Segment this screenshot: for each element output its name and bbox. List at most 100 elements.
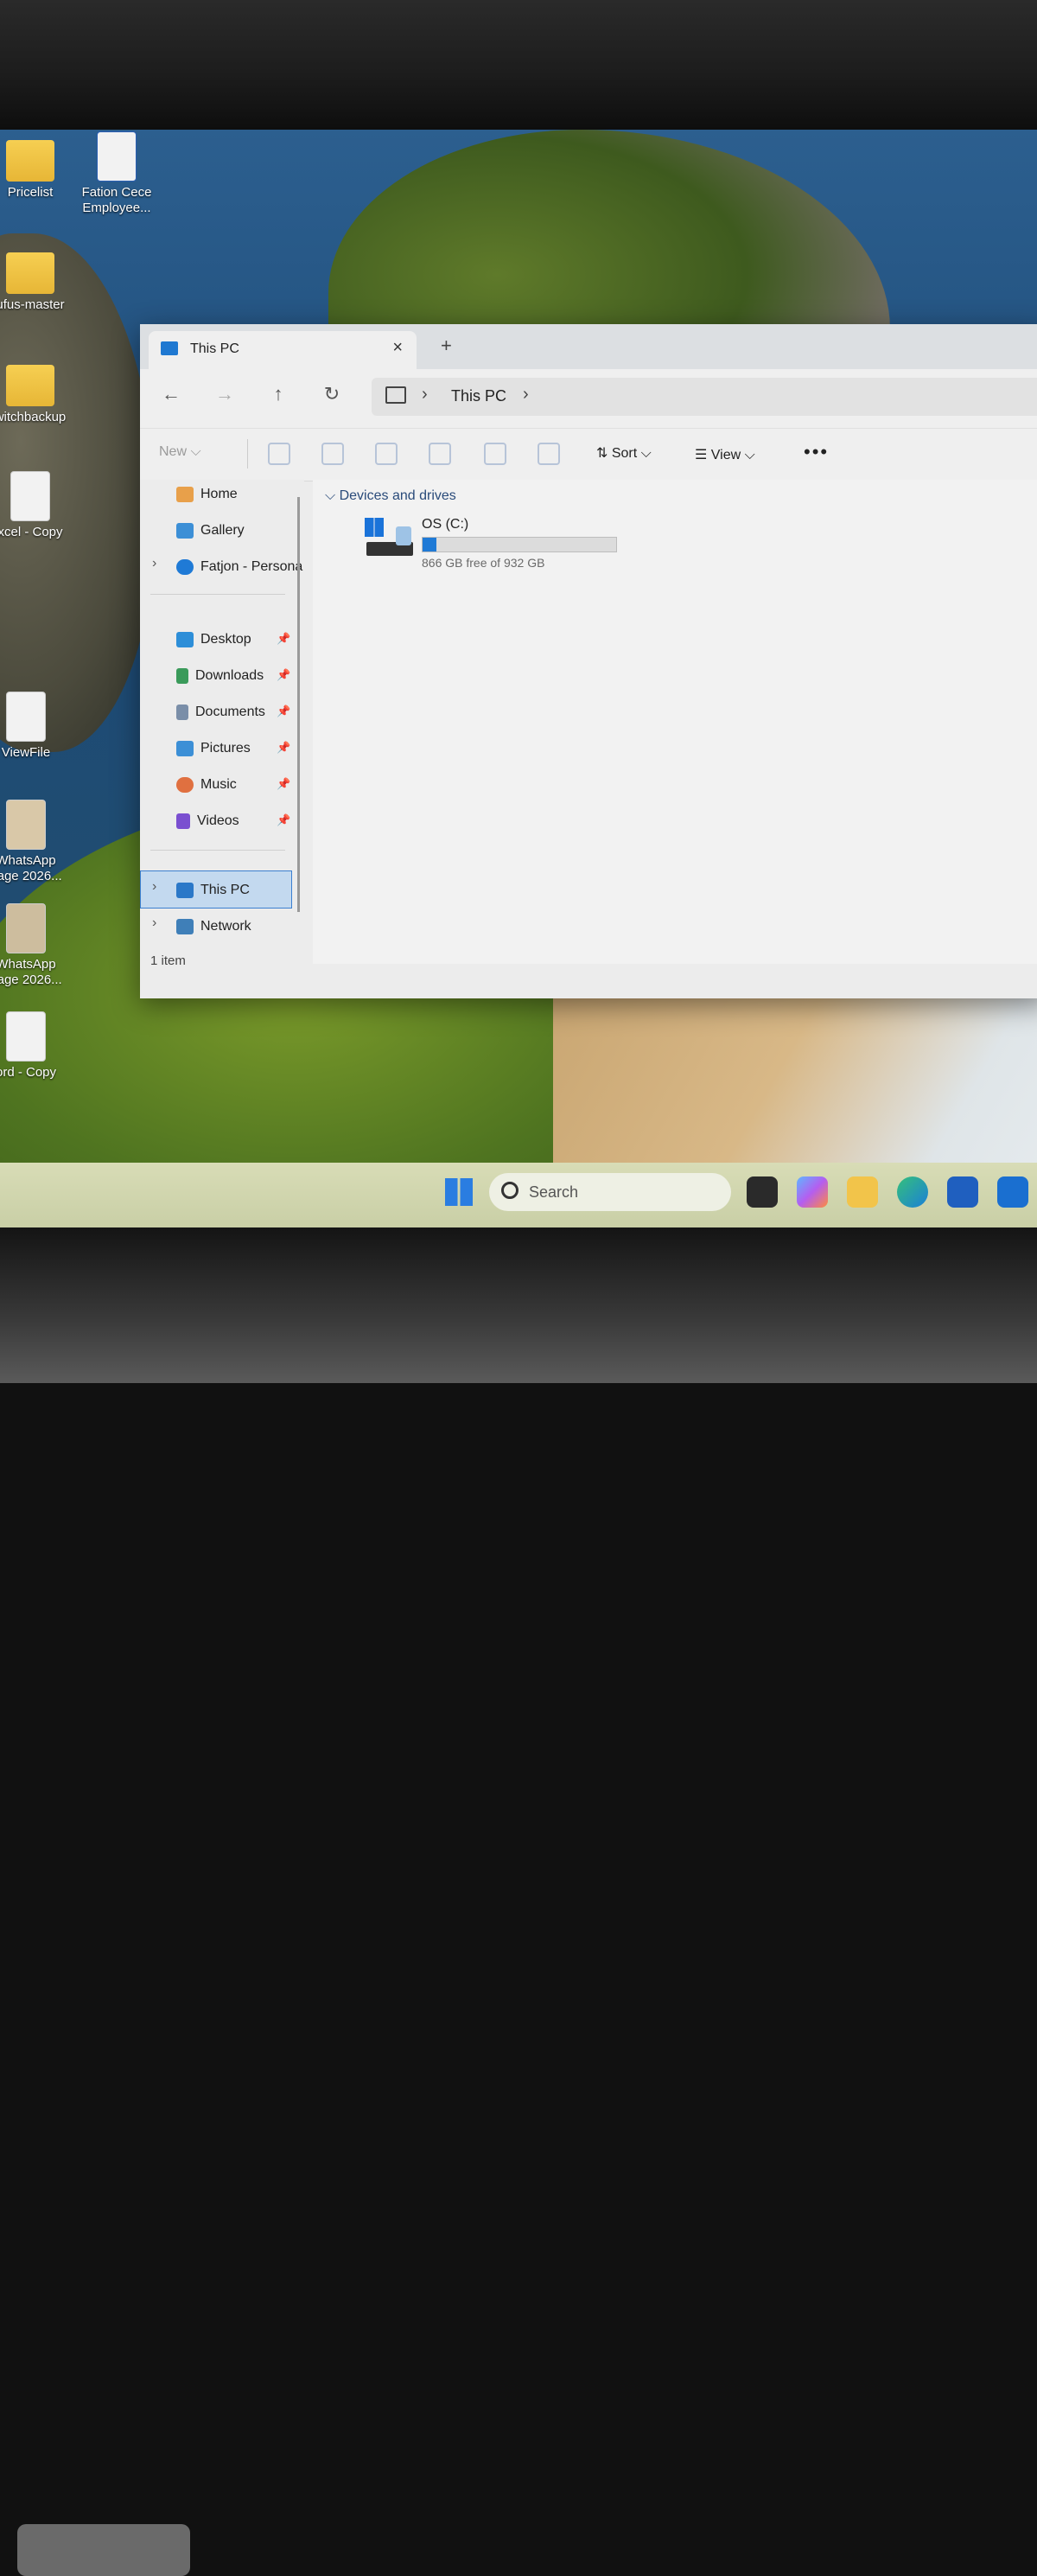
desktop-icon-viewfile[interactable]: ViewFile — [0, 692, 69, 761]
chevron-right-icon[interactable]: › — [523, 385, 529, 405]
chevron-right-icon[interactable]: › — [152, 879, 156, 895]
share-icon[interactable] — [484, 443, 506, 465]
sidebar-item-onedrive[interactable]: Fatjon - Persona — [176, 556, 302, 578]
folder-icon — [6, 365, 54, 406]
computer-icon — [161, 341, 178, 355]
store-icon[interactable] — [947, 1176, 978, 1208]
drive-name[interactable]: OS (C:) — [422, 517, 468, 532]
sidebar-item-this-pc[interactable]: This PC — [176, 879, 250, 902]
chevron-right-icon[interactable]: › — [422, 385, 428, 405]
sidebar-item-label: Music — [200, 777, 237, 792]
file-explorer-window: This PC × + ← → ↑ ↻ › This PC › New ⌵ ⇅ … — [140, 324, 1037, 998]
sidebar-item-label: Videos — [197, 813, 239, 828]
sidebar-item-network[interactable]: Network — [176, 915, 251, 938]
sidebar-item-desktop[interactable]: Desktop — [176, 628, 251, 651]
drive-usage-fill — [423, 538, 436, 552]
desktop-icon-excel-copy[interactable]: xcel - Copy — [0, 471, 73, 540]
taskbar-search[interactable]: Search — [489, 1173, 731, 1211]
desktop-icon — [176, 632, 194, 647]
toolbar-divider — [247, 439, 248, 469]
outlook-icon[interactable] — [997, 1176, 1028, 1208]
drive-usage-bar — [422, 537, 617, 552]
desktop-icon-whatsapp-image-1[interactable]: WhatsApp nage 2026... — [0, 800, 69, 884]
gallery-icon — [176, 523, 194, 539]
sidebar-item-pictures[interactable]: Pictures — [176, 737, 251, 760]
new-button[interactable]: New ⌵ — [159, 444, 201, 460]
desktop-icon-label: WhatsApp nage 2026... — [0, 957, 62, 987]
drive-free-space: 866 GB free of 932 GB — [422, 556, 545, 570]
delete-icon[interactable] — [538, 443, 560, 465]
folder-icon — [6, 252, 54, 294]
desktop-icon-label: WhatsApp nage 2026... — [0, 853, 62, 883]
file-icon — [10, 471, 50, 521]
word-document-icon — [97, 131, 137, 182]
pin-icon: 📌 — [277, 741, 291, 754]
up-button[interactable]: ↑ — [264, 383, 292, 405]
copy-icon[interactable] — [321, 443, 344, 465]
task-view-icon[interactable] — [747, 1176, 778, 1208]
pin-icon: 📌 — [277, 668, 291, 681]
sidebar-item-label: Fatjon - Persona — [200, 559, 303, 574]
forward-button[interactable]: → — [211, 383, 239, 405]
pin-icon: 📌 — [277, 632, 291, 645]
pin-icon: 📌 — [277, 705, 291, 717]
onedrive-icon — [176, 559, 194, 575]
desktop-icon-whatsapp-image-2[interactable]: WhatsApp nage 2026... — [0, 903, 69, 988]
file-icon — [6, 692, 46, 742]
breadcrumb-this-pc[interactable]: This PC — [451, 387, 506, 405]
sidebar-item-home[interactable]: Home — [176, 483, 238, 506]
sidebar-item-music[interactable]: Music — [176, 774, 237, 796]
paste-icon[interactable] — [375, 443, 398, 465]
sidebar-item-label: Desktop — [200, 632, 251, 647]
back-button[interactable]: ← — [157, 383, 185, 405]
computer-icon — [385, 386, 406, 404]
sidebar-item-label: This PC — [200, 883, 250, 897]
file-explorer-icon[interactable] — [847, 1176, 878, 1208]
chevron-right-icon[interactable]: › — [152, 556, 156, 571]
desktop-icon-word-doc[interactable]: Fation Cece Employee... — [73, 131, 160, 216]
desktop-icon-label: ufus-master — [0, 297, 65, 312]
videos-icon — [176, 813, 190, 829]
new-tab-button[interactable]: + — [441, 335, 452, 357]
command-bar: New ⌵ ⇅ Sort ⌵ ☰ View ⌵ ••• — [140, 428, 1037, 481]
chevron-right-icon[interactable]: › — [152, 915, 156, 931]
sidebar-item-videos[interactable]: Videos — [176, 810, 239, 832]
desktop-icon-pricelist[interactable]: Pricelist — [0, 140, 73, 201]
group-header-devices-and-drives[interactable]: ⌵ Devices and drives — [325, 488, 456, 504]
desktop-icon-word-copy[interactable]: ord - Copy — [0, 1011, 69, 1081]
desktop-icon-switchbackup[interactable]: witchbackup — [0, 365, 73, 425]
pin-icon: 📌 — [277, 813, 291, 826]
pictures-icon — [176, 741, 194, 756]
sidebar-item-gallery[interactable]: Gallery — [176, 520, 245, 542]
chevron-down-icon: ⌵ — [325, 488, 336, 503]
desktop-icon-label: witchbackup — [0, 410, 67, 424]
rename-icon[interactable] — [429, 443, 451, 465]
navigation-pane: Home Gallery › Fatjon - Persona Desktop … — [140, 480, 304, 964]
lock-icon — [396, 526, 411, 545]
close-icon[interactable]: × — [392, 338, 403, 358]
windows-start-icon[interactable] — [445, 1178, 473, 1206]
sort-button[interactable]: ⇅ Sort ⌵ — [596, 444, 652, 462]
tab-title: This PC — [190, 341, 239, 356]
cut-icon[interactable] — [268, 443, 290, 465]
address-bar[interactable]: › This PC › — [372, 378, 1037, 416]
sidebar-item-downloads[interactable]: Downloads — [176, 665, 264, 687]
desktop-icon-label: Pricelist — [7, 185, 54, 200]
pin-icon: 📌 — [277, 777, 291, 790]
desktop-icon-label: ord - Copy — [0, 1065, 57, 1080]
more-options-button[interactable]: ••• — [804, 441, 829, 463]
edge-browser-icon[interactable] — [897, 1176, 928, 1208]
view-button[interactable]: ☰ View ⌵ — [695, 446, 755, 463]
sidebar-item-documents[interactable]: Documents — [176, 701, 265, 724]
desktop-icon-rufus-master[interactable]: ufus-master — [0, 252, 73, 313]
sidebar-item-label: Gallery — [200, 523, 245, 538]
sidebar-scrollbar[interactable] — [297, 497, 300, 912]
copilot-icon[interactable] — [797, 1176, 828, 1208]
sidebar-item-label: Home — [200, 487, 238, 501]
computer-icon — [176, 883, 194, 898]
tab-this-pc[interactable]: This PC × — [149, 331, 417, 369]
home-icon — [176, 487, 194, 502]
drive-icon[interactable] — [365, 518, 413, 559]
sidebar-item-label: Pictures — [200, 741, 251, 756]
refresh-button[interactable]: ↻ — [318, 383, 346, 405]
